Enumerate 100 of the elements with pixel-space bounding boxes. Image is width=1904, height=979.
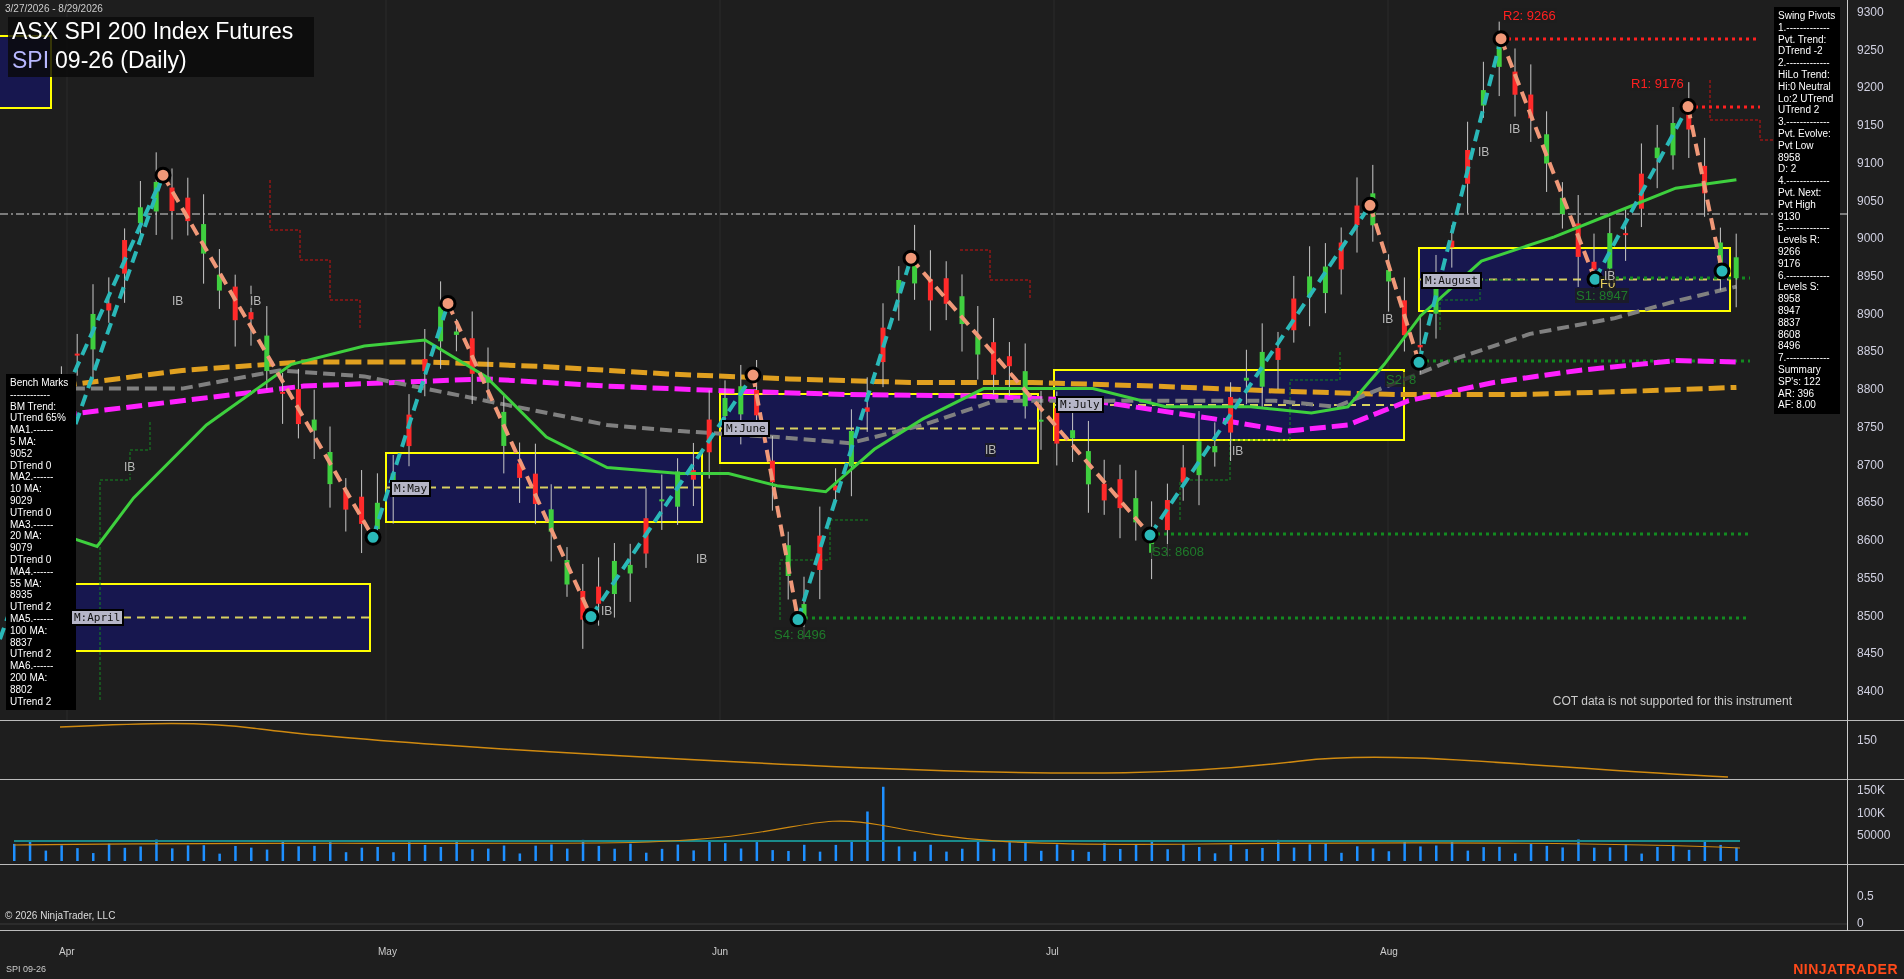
axis-label: Apr: [59, 946, 75, 957]
panel-text: 6.-------------: [1778, 269, 1831, 282]
instrument-label: SPI 09-26: [6, 964, 47, 974]
panel-text: 9176: [1778, 257, 1802, 270]
panel-text: 8837: [1778, 316, 1802, 329]
panel-text: 200 MA:: [10, 671, 49, 684]
cot-note: COT data is not supported for this instrument: [1552, 694, 1792, 708]
panel-text: Pvt. Next:: [1778, 186, 1823, 199]
panel-text: 3.-------------: [1778, 116, 1831, 128]
axis-label: 8600: [1857, 533, 1884, 548]
panel-text: 8608: [1778, 328, 1802, 341]
month-label: M:April: [70, 609, 125, 626]
panel-text: BM Trend:: [10, 400, 58, 413]
panel-text: MA4.------: [10, 565, 55, 578]
axis-label: Jul: [1046, 946, 1059, 957]
panel-text: 4.-------------: [1778, 175, 1831, 187]
axis-label: Jun: [712, 946, 729, 957]
axis-label: 150K: [1857, 783, 1886, 797]
panel-text: UTrend 2: [1778, 104, 1821, 117]
brand-logo: NINJATRADER: [1793, 961, 1898, 977]
level-label: S2: 8: [1385, 372, 1418, 387]
panel-text: Hi:0 Neutral: [1778, 80, 1832, 93]
inside-bar-label: IB: [1382, 312, 1394, 326]
panel-text: DTrend 0: [10, 459, 53, 472]
month-label: M:August: [1421, 272, 1482, 289]
axis-label: 8850: [1857, 344, 1884, 359]
level-label: S1: 8947: [1575, 288, 1630, 303]
contract-label: 09-26 (Daily): [55, 46, 187, 75]
level-label: R1: 9176: [1630, 76, 1685, 91]
panel-text: 10 MA:: [10, 483, 43, 495]
axis-label: 100K: [1857, 805, 1886, 820]
inside-bar-label: IB: [124, 460, 136, 474]
panel-text: Levels S:: [1778, 281, 1821, 294]
panel-text: UTrend 2: [10, 601, 53, 613]
panel-text: 8935: [10, 589, 34, 602]
axis-label: 8450: [1857, 646, 1884, 661]
axis-label: 8400: [1857, 683, 1884, 698]
panel-text: 55 MA:: [10, 577, 43, 590]
axis-label: May: [378, 946, 397, 957]
panel-text: UTrend 0: [10, 506, 53, 519]
symbol-label: SPI: [12, 46, 50, 75]
panel-text: 7.-------------: [1778, 352, 1831, 364]
inside-bar-label: IB: [1604, 269, 1616, 283]
panel-text: 9130: [1778, 210, 1802, 223]
instrument-title: ASX SPI 200 Index Futures: [12, 17, 295, 46]
panel-text: 5 MA:: [10, 436, 38, 448]
panel-text: AR: 396: [1778, 387, 1816, 400]
inside-bar-label: IB: [1232, 444, 1244, 458]
date-range: 3/27/2026 - 8/29/2026: [5, 3, 103, 14]
panel-text: MA6.------: [10, 660, 55, 672]
panel-text: Lo:2 UTrend: [1778, 92, 1835, 105]
panel-text: SP's: 122: [1778, 375, 1822, 388]
axis-label: 8900: [1857, 306, 1884, 321]
panel-text: 2.-------------: [1778, 57, 1831, 69]
panel-text: Summary: [1778, 363, 1822, 376]
panel-text: Swing Pivots: [1778, 10, 1836, 22]
panel-text: 8947: [1778, 304, 1802, 317]
level-label: S4: 8496: [773, 627, 828, 642]
axis-label: 8950: [1857, 269, 1884, 284]
axis-label: 9050: [1857, 193, 1884, 208]
panel-text: Bench Marks: [10, 377, 70, 389]
month-label: M:June: [722, 420, 770, 437]
panel-text: Pvt. Trend:: [1778, 33, 1828, 46]
inside-bar-label: IB: [172, 294, 184, 308]
panel-text: MA1.------: [10, 424, 55, 436]
copyright-text: © 2026 NinjaTrader, LLC: [5, 910, 116, 921]
panel-text: 8958: [1778, 293, 1802, 305]
panel-text: D: 2: [1778, 163, 1798, 176]
panel-text: MA5.------: [10, 612, 55, 625]
inside-bar-label: IB: [985, 443, 997, 457]
panel-text: HiLo Trend:: [1778, 69, 1831, 81]
axis-label: 8550: [1857, 570, 1884, 585]
axis-label: 50000: [1857, 828, 1891, 842]
panel-text: 5.-------------: [1778, 222, 1831, 235]
panel-text: Pvt High: [1778, 198, 1817, 211]
axis-label: 9000: [1857, 231, 1884, 246]
axis-label: 8700: [1857, 457, 1884, 472]
axis-label: 8750: [1857, 419, 1884, 434]
axis-label: 8800: [1857, 382, 1884, 397]
panel-text: 8837: [10, 636, 34, 649]
panel-text: 100 MA:: [10, 624, 49, 637]
axis-label: 9100: [1857, 155, 1884, 170]
panel-text: DTrend -2: [1778, 45, 1824, 58]
axis-label: 9150: [1857, 118, 1884, 133]
inside-bar-label: IB: [250, 294, 262, 308]
axis-label: 0.5: [1857, 889, 1874, 903]
inside-bar-label: IB: [601, 604, 613, 618]
inside-bar-label: IB: [696, 552, 708, 566]
panel-text: 8802: [10, 683, 34, 696]
panel-text: UTrend 65%: [10, 412, 67, 425]
panel-text: 8496: [1778, 340, 1802, 353]
panel-text: DTrend 0: [10, 553, 53, 566]
inside-bar-label: IB: [1478, 145, 1490, 159]
panel-text: MA2.------: [10, 471, 55, 484]
panel-text: ------------: [10, 388, 51, 401]
axis-label: 8500: [1857, 608, 1884, 623]
panel-text: Pvt Low: [1778, 139, 1815, 152]
panel-text: 20 MA:: [10, 530, 43, 543]
month-label: M:July: [1056, 396, 1104, 413]
axis-label: 150: [1857, 733, 1878, 747]
